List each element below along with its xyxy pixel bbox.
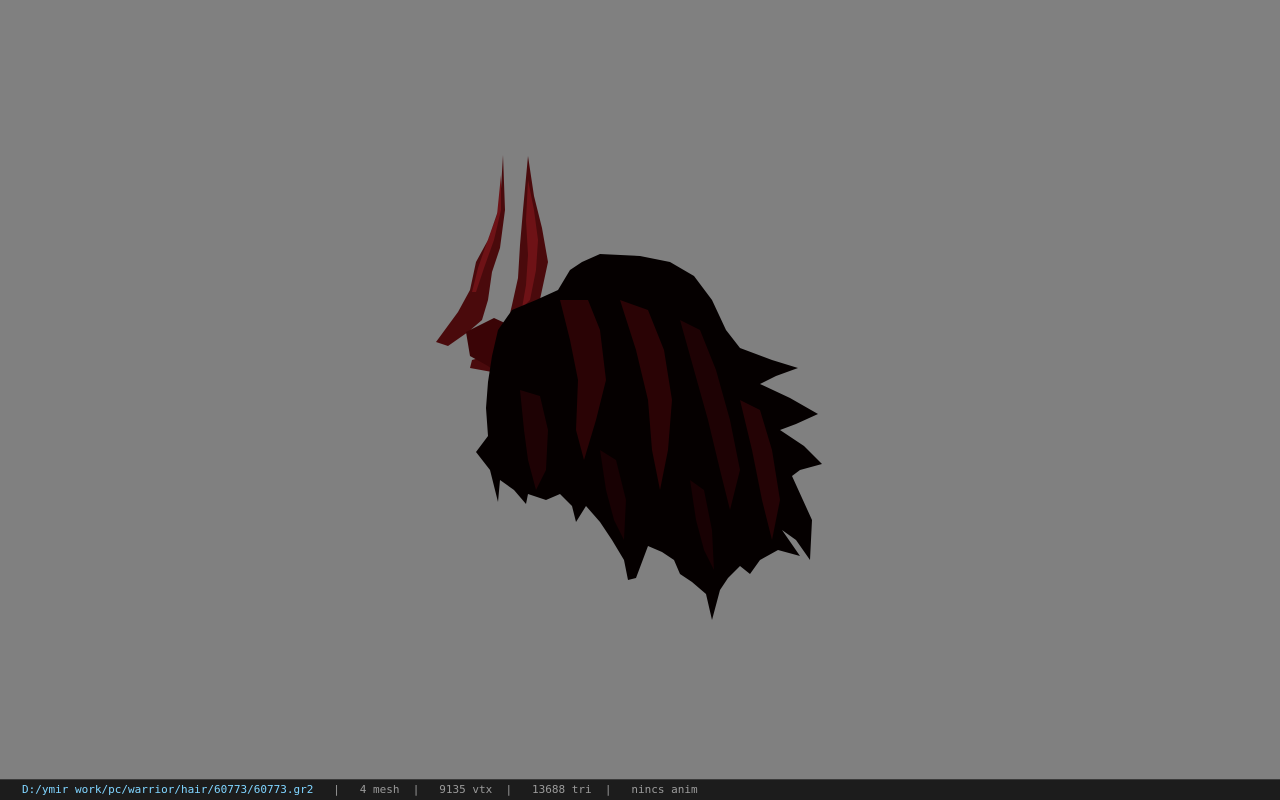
separator: | bbox=[333, 783, 340, 796]
hair-model-render bbox=[436, 155, 822, 620]
hair bbox=[476, 254, 822, 620]
separator: | bbox=[412, 783, 420, 796]
anim-status: nincs anim bbox=[631, 783, 698, 796]
triangle-count: 13688 tri bbox=[532, 783, 592, 796]
separator: | bbox=[505, 783, 513, 796]
3d-viewport[interactable] bbox=[0, 0, 1280, 779]
separator: | bbox=[604, 783, 612, 796]
vertex-count: 9135 vtx bbox=[439, 783, 493, 796]
file-path: D:/ymir work/pc/warrior/hair/60773/60773… bbox=[22, 783, 314, 796]
status-bar: D:/ymir work/pc/warrior/hair/60773/60773… bbox=[0, 779, 1280, 800]
left-horn bbox=[436, 155, 505, 346]
mesh-count: 4 mesh bbox=[359, 783, 400, 796]
